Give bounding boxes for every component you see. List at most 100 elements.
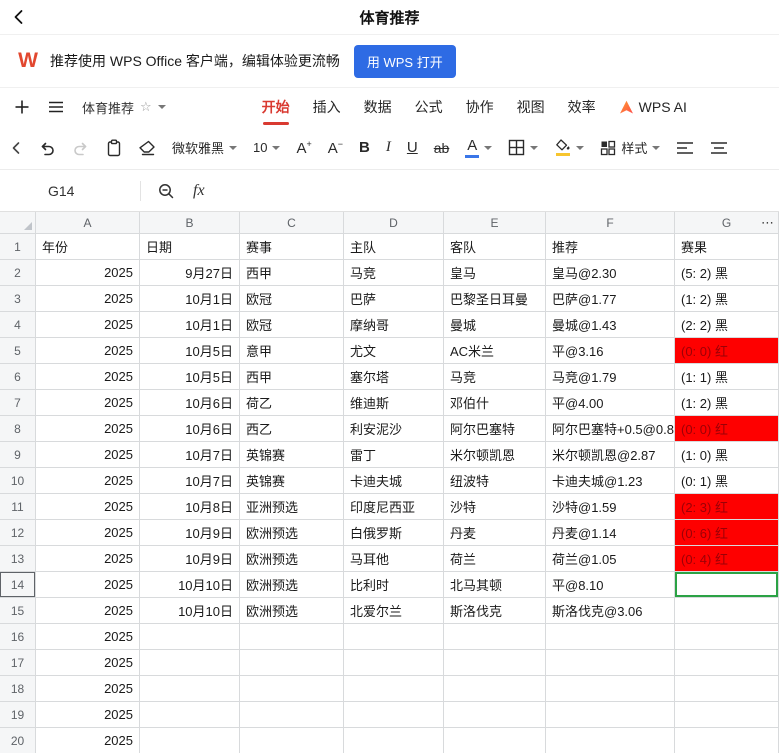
cell-f11[interactable]: 沙特@1.59 (546, 494, 675, 520)
cell-g4[interactable]: (2: 2) 黑 (675, 312, 779, 338)
cell-f4[interactable]: 曼城@1.43 (546, 312, 675, 338)
cell-a18[interactable]: 2025 (36, 676, 140, 702)
row-header-19[interactable]: 19 (0, 702, 36, 728)
cell-f14[interactable]: 平@8.10 (546, 572, 675, 598)
cell-b6[interactable]: 10月5日 (140, 364, 240, 390)
cell-b18[interactable] (140, 676, 240, 702)
cell-g1[interactable]: 赛果 (675, 234, 779, 260)
cell-d9[interactable]: 雷丁 (344, 442, 444, 468)
cell-g13[interactable]: (0: 4) 红 (675, 546, 779, 572)
cell-d11[interactable]: 印度尼西亚 (344, 494, 444, 520)
cell-c6[interactable]: 西甲 (240, 364, 344, 390)
cell-a10[interactable]: 2025 (36, 468, 140, 494)
cell-b7[interactable]: 10月6日 (140, 390, 240, 416)
increase-font-button[interactable]: A+ (296, 140, 311, 156)
cell-b2[interactable]: 9月27日 (140, 260, 240, 286)
cell-a11[interactable]: 2025 (36, 494, 140, 520)
cell-g8[interactable]: (0: 0) 红 (675, 416, 779, 442)
cell-g6[interactable]: (1: 1) 黑 (675, 364, 779, 390)
cell-g10[interactable]: (0: 1) 黑 (675, 468, 779, 494)
cell-a13[interactable]: 2025 (36, 546, 140, 572)
cell-g7[interactable]: (1: 2) 黑 (675, 390, 779, 416)
cell-f9[interactable]: 米尔顿凯恩@2.87 (546, 442, 675, 468)
tab-insert[interactable]: 插入 (313, 88, 341, 126)
cell-d8[interactable]: 利安泥沙 (344, 416, 444, 442)
cell-a5[interactable]: 2025 (36, 338, 140, 364)
cell-f5[interactable]: 平@3.16 (546, 338, 675, 364)
cell-d2[interactable]: 马竞 (344, 260, 444, 286)
cell-c8[interactable]: 西乙 (240, 416, 344, 442)
new-document-button[interactable] (14, 99, 30, 115)
cell-c20[interactable] (240, 728, 344, 753)
cell-e10[interactable]: 纽波特 (444, 468, 546, 494)
cell-b3[interactable]: 10月1日 (140, 286, 240, 312)
cell-b16[interactable] (140, 624, 240, 650)
row-header-4[interactable]: 4 (0, 312, 36, 338)
cell-c9[interactable]: 英锦赛 (240, 442, 344, 468)
cell-a9[interactable]: 2025 (36, 442, 140, 468)
cell-f8[interactable]: 阿尔巴塞特+0.5@0.8 (546, 416, 675, 442)
cell-e9[interactable]: 米尔顿凯恩 (444, 442, 546, 468)
tab-wps-ai[interactable]: WPS AI (619, 90, 687, 124)
cell-b12[interactable]: 10月9日 (140, 520, 240, 546)
cell-e11[interactable]: 沙特 (444, 494, 546, 520)
cell-a19[interactable]: 2025 (36, 702, 140, 728)
cell-a4[interactable]: 2025 (36, 312, 140, 338)
column-header-b[interactable]: B (140, 212, 240, 234)
cell-g12[interactable]: (0: 6) 红 (675, 520, 779, 546)
cell-d17[interactable] (344, 650, 444, 676)
row-header-6[interactable]: 6 (0, 364, 36, 390)
cell-b11[interactable]: 10月8日 (140, 494, 240, 520)
cell-c10[interactable]: 英锦赛 (240, 468, 344, 494)
cell-a2[interactable]: 2025 (36, 260, 140, 286)
select-all-corner[interactable] (0, 212, 36, 234)
open-in-wps-button[interactable]: 用 WPS 打开 (354, 45, 456, 78)
row-header-8[interactable]: 8 (0, 416, 36, 442)
cell-e1[interactable]: 客队 (444, 234, 546, 260)
cell-f6[interactable]: 马竞@1.79 (546, 364, 675, 390)
cell-c17[interactable] (240, 650, 344, 676)
zoom-out-icon[interactable] (157, 182, 175, 200)
cell-a1[interactable]: 年份 (36, 234, 140, 260)
vertical-align-button[interactable] (710, 141, 728, 155)
back-icon[interactable] (10, 8, 28, 26)
borders-button[interactable] (508, 139, 538, 156)
row-header-11[interactable]: 11 (0, 494, 36, 520)
column-header-e[interactable]: E (444, 212, 546, 234)
tab-collaborate[interactable]: 协作 (466, 88, 494, 126)
cell-d4[interactable]: 摩纳哥 (344, 312, 444, 338)
cell-f13[interactable]: 荷兰@1.05 (546, 546, 675, 572)
cell-a15[interactable]: 2025 (36, 598, 140, 624)
cell-b19[interactable] (140, 702, 240, 728)
decrease-font-button[interactable]: A− (328, 140, 343, 156)
row-header-1[interactable]: 1 (0, 234, 36, 260)
cell-g11[interactable]: (2: 3) 红 (675, 494, 779, 520)
redo-button[interactable] (72, 139, 90, 157)
cell-e6[interactable]: 马竞 (444, 364, 546, 390)
insert-function-button[interactable]: fx (193, 182, 205, 200)
cell-a12[interactable]: 2025 (36, 520, 140, 546)
cell-e20[interactable] (444, 728, 546, 753)
row-header-17[interactable]: 17 (0, 650, 36, 676)
cell-c15[interactable]: 欧洲预选 (240, 598, 344, 624)
cell-e14[interactable]: 北马其顿 (444, 572, 546, 598)
cell-g18[interactable] (675, 676, 779, 702)
cell-f15[interactable]: 斯洛伐克@3.06 (546, 598, 675, 624)
favorite-star-icon[interactable]: ☆ (140, 99, 152, 115)
horizontal-align-button[interactable] (676, 141, 694, 155)
cell-d15[interactable]: 北爱尔兰 (344, 598, 444, 624)
cell-d20[interactable] (344, 728, 444, 753)
row-header-2[interactable]: 2 (0, 260, 36, 286)
fill-color-button[interactable] (554, 139, 584, 156)
cell-d12[interactable]: 白俄罗斯 (344, 520, 444, 546)
cell-b10[interactable]: 10月7日 (140, 468, 240, 494)
cell-a7[interactable]: 2025 (36, 390, 140, 416)
cell-g3[interactable]: (1: 2) 黑 (675, 286, 779, 312)
cell-b1[interactable]: 日期 (140, 234, 240, 260)
cell-c5[interactable]: 意甲 (240, 338, 344, 364)
cell-c1[interactable]: 赛事 (240, 234, 344, 260)
cell-d18[interactable] (344, 676, 444, 702)
row-header-12[interactable]: 12 (0, 520, 36, 546)
bold-button[interactable]: B (359, 139, 370, 156)
cell-g19[interactable] (675, 702, 779, 728)
